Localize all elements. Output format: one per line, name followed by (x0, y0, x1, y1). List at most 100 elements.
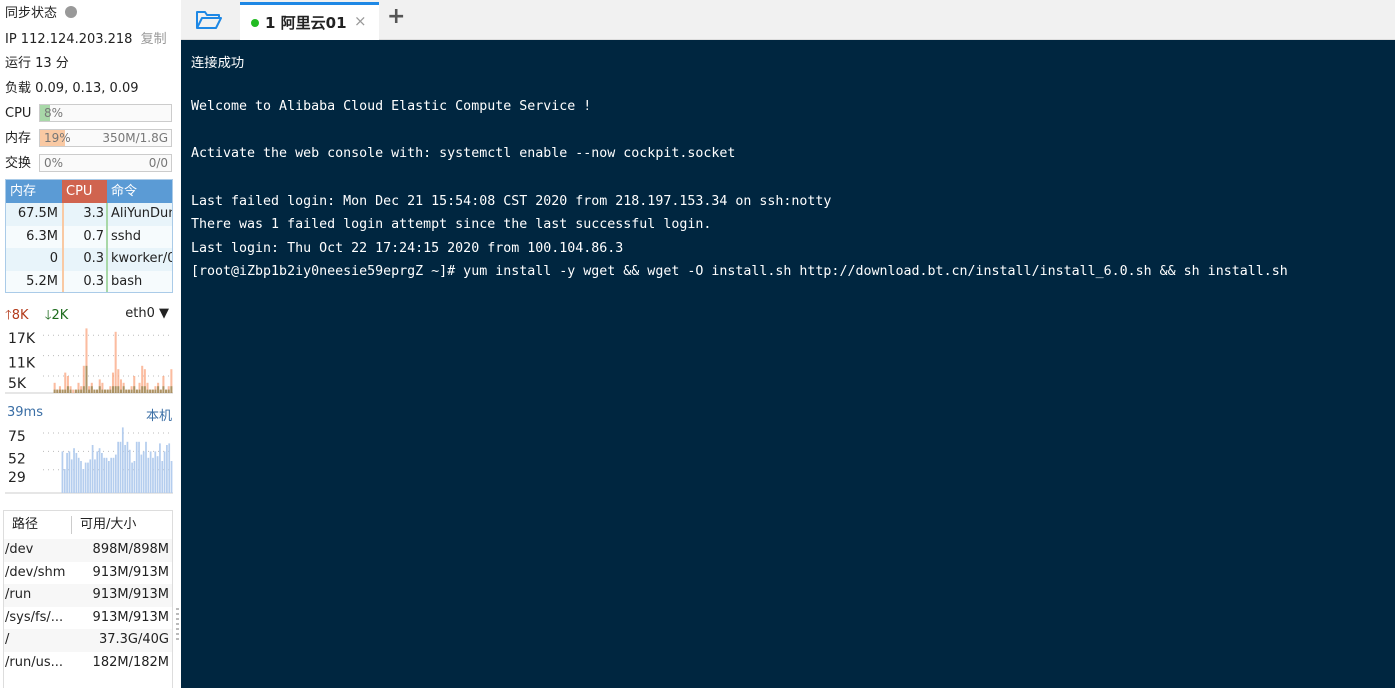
chart-bar (131, 462, 133, 493)
chart-bar (161, 461, 164, 493)
chart-bar (125, 389, 128, 393)
header-path[interactable]: 路径 (4, 516, 72, 534)
tick-label: 29 (8, 470, 26, 486)
chart-bar (152, 457, 154, 493)
ping-host[interactable]: 本机 (146, 405, 172, 424)
tick-label: 52 (8, 451, 26, 467)
chart-bar (106, 389, 109, 393)
header-cpu[interactable]: CPU (62, 180, 107, 203)
chart-bar (69, 389, 72, 393)
chart-bar (61, 389, 64, 393)
terminal-line: Last login: Thu Oct 22 17:24:15 2020 fro… (191, 240, 624, 256)
chart-bar (94, 459, 96, 493)
swap-label: 交换 (5, 156, 32, 171)
chart-bar (82, 386, 85, 393)
chart-bar (80, 461, 82, 493)
process-row[interactable]: 5.2M 0.3 bash (6, 270, 172, 292)
chart-bar (149, 451, 152, 493)
chart-bar (105, 457, 108, 493)
chart-bar (114, 386, 117, 393)
chart-bar (138, 389, 141, 393)
close-tab-icon[interactable]: × (354, 12, 367, 30)
disk-row[interactable]: /run 913M/913M (4, 584, 172, 607)
chart-bar (170, 461, 173, 493)
chart-bar (126, 441, 129, 493)
network-chart: 17K 11K 5K (5, 328, 173, 394)
process-row[interactable]: 0 0.3 kworker/0 (6, 248, 172, 271)
process-row[interactable]: 67.5M 3.3 AliYunDun (6, 203, 172, 226)
disk-row[interactable]: /run/us... 182M/182M (4, 652, 172, 675)
chart-bar (162, 386, 165, 393)
disk-row[interactable]: /sys/fs/... 913M/913M (4, 607, 172, 630)
sidebar: 同步状态 IP 112.124.203.218 复制 运行 13 分 负载 0.… (0, 0, 180, 688)
interface-select[interactable]: eth0 ▼ (125, 306, 169, 321)
disk-row[interactable]: /37.3G/40G (4, 629, 172, 652)
upload-icon: 🡑 (5, 308, 12, 323)
chart-bar (166, 445, 168, 493)
process-row[interactable]: 6.3M 0.7 sshd (6, 225, 172, 248)
chart-bar (119, 441, 122, 493)
chart-bar (66, 386, 69, 393)
chart-bar (91, 445, 94, 493)
header-mem[interactable]: 内存 (6, 180, 62, 203)
resize-handle[interactable] (176, 608, 179, 640)
net-header: 🡑8K 🡓2K eth0 ▼ (5, 306, 169, 323)
chart-bar (167, 389, 170, 393)
chart-bar (75, 453, 78, 493)
chart-bar (82, 469, 85, 493)
chart-bar (121, 427, 124, 493)
terminal-line: There was 1 failed login attempt since t… (191, 217, 712, 233)
chart-bar (110, 457, 113, 493)
chart-bar (119, 389, 122, 393)
chart-bar (74, 389, 77, 393)
chart-bar (112, 457, 115, 493)
chart-bar (87, 462, 89, 493)
tick-label: 17K (8, 331, 36, 347)
chart-bar (128, 449, 131, 493)
status-dot-icon (65, 6, 78, 18)
header-command[interactable]: 命令 (107, 180, 172, 203)
chart-bar (122, 386, 125, 393)
ping-chart: 75 52 29 (5, 427, 173, 494)
chart-bar (93, 389, 96, 393)
terminal[interactable]: 连接成功 Welcome to Alibaba Cloud Elastic Com… (181, 40, 1395, 688)
chart-bar (96, 389, 99, 393)
chart-bar (63, 469, 66, 493)
chart-bar (154, 451, 157, 493)
chart-bar (135, 441, 138, 493)
chart-bar (104, 389, 107, 393)
chart-bar (85, 365, 88, 393)
disk-table: 路径 可用/大小 /dev 898M/898M/dev/shm 913M/913M /… (3, 510, 173, 688)
chart-bar (58, 389, 61, 393)
chart-bar (64, 389, 67, 393)
add-tab-icon[interactable]: + (387, 4, 405, 29)
folder-icon[interactable] (195, 8, 223, 34)
chart-bar (141, 386, 144, 393)
chart-bar (101, 453, 103, 493)
header-size[interactable]: 可用/大小 (72, 511, 136, 539)
chart-bar (147, 457, 150, 493)
disk-row[interactable]: /dev/shm 913M/913M (4, 562, 172, 585)
tick-label: 5K (8, 376, 27, 392)
cpu-label: CPU (5, 106, 32, 121)
chart-bar (90, 386, 93, 393)
caret-down-icon: ▼ (159, 306, 169, 321)
chart-bar (98, 386, 101, 393)
chart-bar (103, 457, 106, 493)
chart-bar (114, 454, 117, 493)
chart-bar (133, 461, 136, 493)
chart-bar (165, 389, 168, 393)
chart-bar (130, 389, 133, 393)
chart-bar (151, 389, 154, 393)
ping-header: 39ms 本机 (7, 405, 172, 424)
chart-bar (111, 386, 115, 393)
process-table: 内存 CPU 命令 67.5M 3.3 AliYunDun 6.3M 0.7 sshd 0 0… (5, 179, 173, 293)
copy-ip-button[interactable]: 复制 (141, 32, 167, 47)
disk-row[interactable]: /dev 898M/898M (4, 539, 172, 562)
chart-bar (98, 448, 101, 493)
chart-bar (117, 441, 120, 493)
tab-aliyun01[interactable]: 1 阿里云01 × (240, 2, 379, 41)
connected-dot-icon (251, 19, 259, 27)
chart-bar (168, 443, 171, 493)
tick-label: 75 (8, 429, 26, 445)
